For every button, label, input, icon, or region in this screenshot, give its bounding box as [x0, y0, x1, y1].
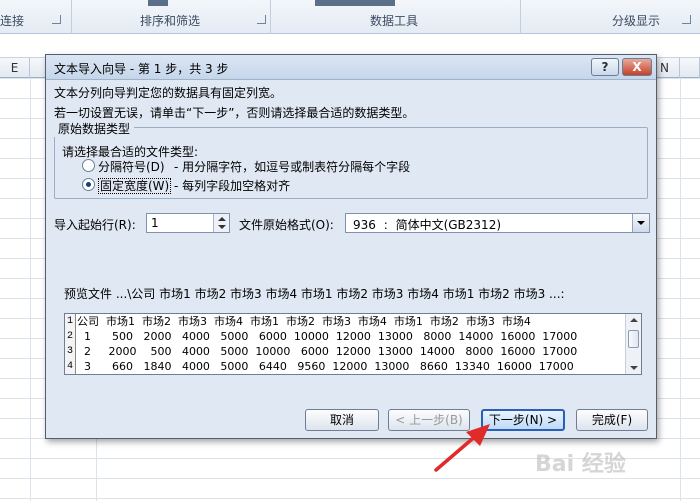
delimited-description: - 用分隔字符，如逗号或制表符分隔每个字段	[174, 160, 411, 174]
scroll-down-icon[interactable]	[630, 366, 638, 370]
start-row-label: 导入起始行(R):	[54, 218, 136, 232]
start-row-value[interactable]: 1	[151, 216, 159, 230]
grid-line	[30, 78, 31, 501]
ribbon-group-sort-filter: 排序和筛选	[140, 14, 201, 28]
ribbon-fragment	[148, 0, 168, 6]
dialog-launcher-icon[interactable]	[52, 15, 61, 24]
grid-line	[680, 78, 681, 501]
ribbon-separator	[520, 0, 521, 34]
row-number: 1	[66, 316, 73, 327]
ribbon-fragment	[315, 0, 395, 6]
help-button[interactable]: ?	[591, 58, 619, 76]
dialog-titlebar[interactable]: 文本导入向导 - 第 1 步，共 3 步 ? X	[46, 55, 656, 80]
group-title: 原始数据类型	[54, 120, 135, 137]
close-button[interactable]: X	[622, 58, 652, 76]
file-preview[interactable]: 1 2 3 4 公司 市场1 市场2 市场3 市场4 市场1 市场2 市场3 市…	[64, 313, 642, 375]
preview-row: 1 500 2000 4000 5000 6000 10000 12000 13…	[77, 330, 578, 343]
start-row-spinner[interactable]: 1	[146, 213, 230, 233]
finish-button[interactable]: 完成(F)	[576, 409, 648, 431]
spin-up-icon[interactable]	[218, 217, 226, 221]
spin-down-icon[interactable]	[218, 225, 226, 229]
next-button[interactable]: 下一步(N) >	[481, 409, 565, 431]
column-header[interactable]	[680, 58, 700, 78]
dialog-launcher-icon[interactable]	[257, 15, 266, 24]
instruction-text: 若一切设置无误，请单击“下一步”，否则请选择最合适的数据类型。	[54, 106, 415, 120]
row-number: 3	[66, 346, 73, 357]
chevron-down-icon[interactable]	[632, 214, 649, 232]
ribbon-group-data-tools: 数据工具	[370, 14, 419, 28]
preview-lines: 公司 市场1 市场2 市场3 市场4 市场1 市场2 市场3 市场4 市场1 市…	[77, 314, 622, 374]
fixed-width-label[interactable]: 固定宽度(W)	[98, 177, 172, 194]
ribbon-separator	[71, 0, 72, 34]
dialog-title: 文本导入向导 - 第 1 步，共 3 步	[54, 62, 229, 76]
row-number: 2	[66, 331, 73, 342]
scroll-thumb[interactable]	[628, 330, 639, 348]
row-number: 4	[66, 361, 73, 372]
back-button[interactable]: < 上一步(B)	[388, 409, 470, 431]
fixed-width-description: - 每列字段加空格对齐	[174, 179, 291, 193]
spinner-arrows[interactable]	[213, 214, 229, 232]
intro-text: 文本分列向导判定您的数据具有固定列宽。	[54, 86, 283, 100]
ribbon-group-outline: 分级显示	[612, 14, 661, 28]
preview-row-numbers: 1 2 3 4	[65, 314, 76, 374]
delimited-radio[interactable]	[82, 159, 95, 172]
watermark-logo: Bai 经验	[535, 446, 626, 478]
preview-row: 2 2000 500 4000 5000 10000 6000 12000 13…	[77, 345, 578, 358]
ribbon-group-connections: 连接	[0, 14, 25, 28]
ribbon: 连接 排序和筛选 数据工具 分级显示	[0, 0, 700, 34]
cancel-button[interactable]: 取消	[305, 409, 379, 431]
dialog-launcher-icon[interactable]	[682, 15, 691, 24]
file-origin-value: 936 : 简体中文(GB2312)	[353, 218, 502, 232]
delimited-label[interactable]: 分隔符号(D)	[98, 158, 165, 175]
watermark-text: Bai 经验	[535, 452, 626, 477]
preview-scrollbar[interactable]	[625, 314, 641, 374]
column-header-e[interactable]: E	[0, 58, 30, 78]
fixed-width-label-text: 固定宽度(W)	[98, 178, 172, 194]
file-origin-select[interactable]: 936 : 简体中文(GB2312)	[345, 213, 650, 233]
text-import-wizard-dialog: 文本导入向导 - 第 1 步，共 3 步 ? X 文本分列向导判定您的数据具有固…	[45, 54, 657, 439]
fixed-width-radio[interactable]	[82, 178, 95, 191]
file-origin-label: 文件原始格式(O):	[239, 218, 334, 232]
preview-row: 3 660 1840 4000 5000 6440 9560 12000 130…	[77, 360, 574, 373]
preview-label: 预览文件 ...\公司 市场1 市场2 市场3 市场4 市场1 市场2 市场3 …	[64, 287, 565, 301]
preview-row: 公司 市场1 市场2 市场3 市场4 市场1 市场2 市场3 市场4 市场1 市…	[77, 315, 531, 328]
scroll-up-icon[interactable]	[630, 318, 638, 322]
ribbon-separator	[270, 0, 271, 34]
